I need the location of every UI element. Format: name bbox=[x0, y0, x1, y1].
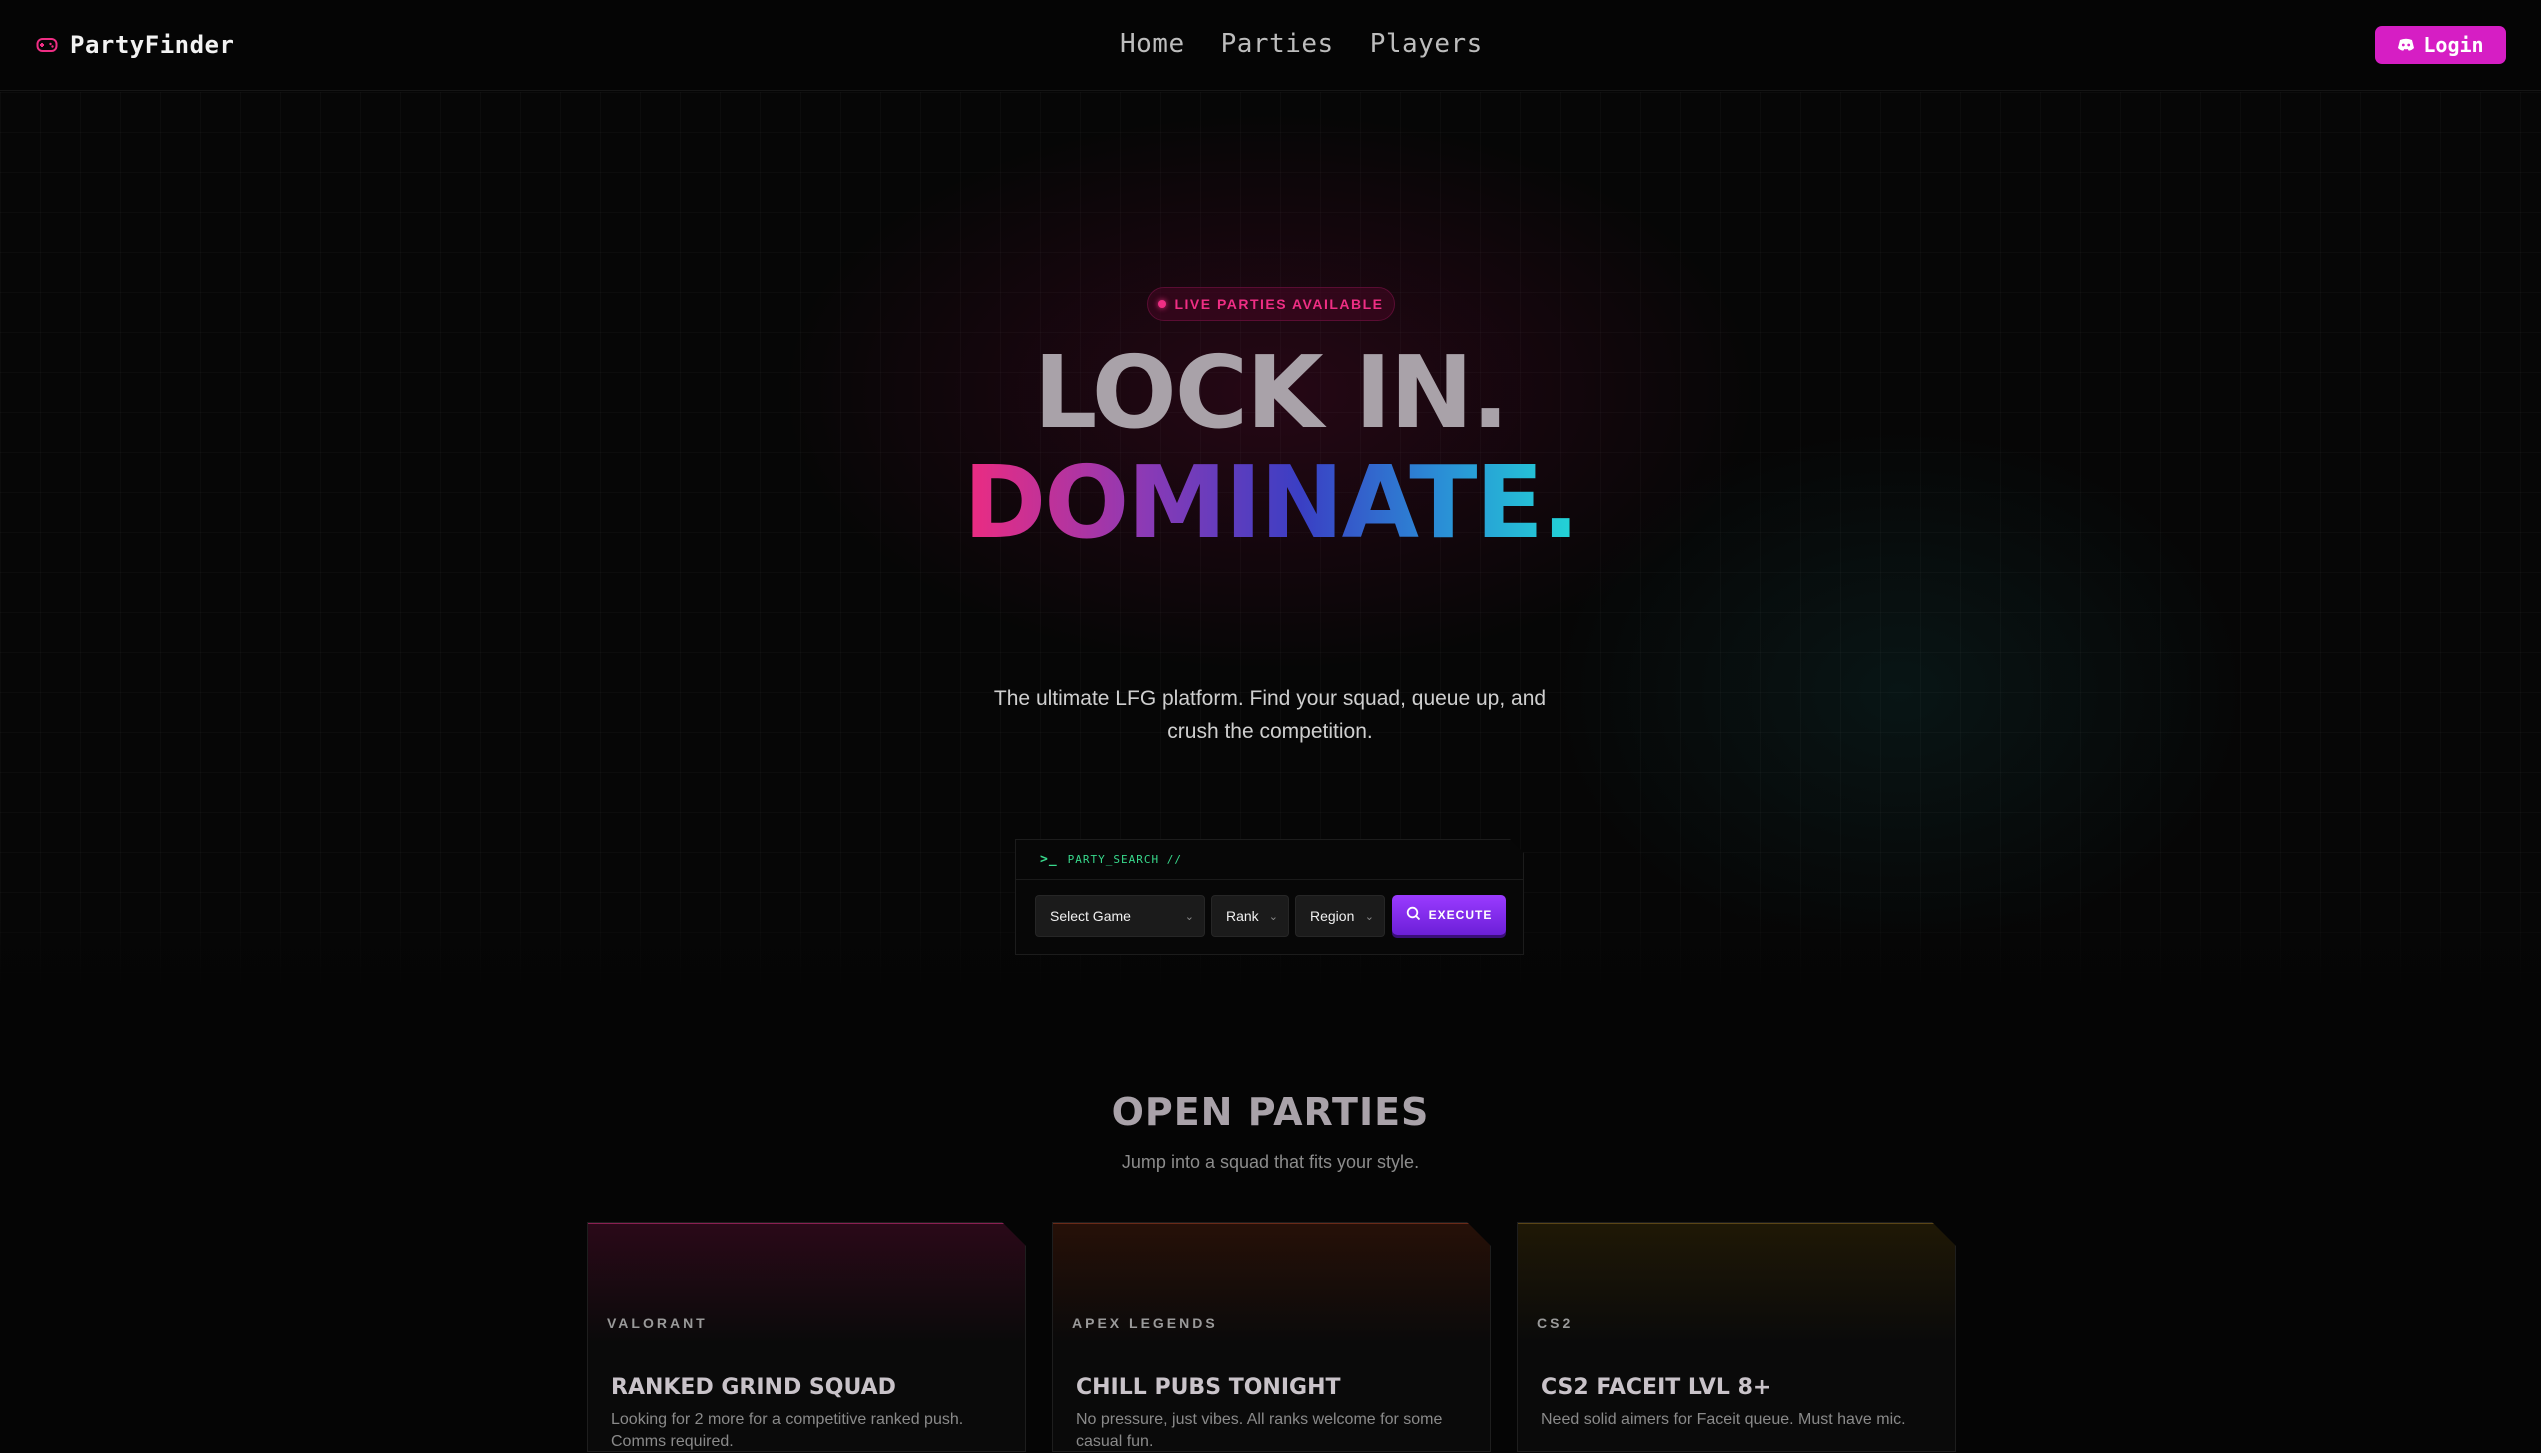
card-game-label: VALORANT bbox=[607, 1315, 708, 1331]
discord-icon bbox=[2397, 33, 2415, 57]
party-search-panel: >_ PARTY_SEARCH // Select Game ⌄ Rank ⌄ … bbox=[1015, 839, 1524, 955]
open-parties-subtitle: Jump into a squad that fits your style. bbox=[1121, 1152, 1420, 1172]
card-title: RANKED GRIND SQUAD bbox=[611, 1375, 896, 1400]
hero-subtitle: The ultimate LFG platform. Find your squ… bbox=[993, 687, 1547, 743]
card-description: Need solid aimers for Faceit queue. Must… bbox=[1541, 1411, 1906, 1428]
search-icon bbox=[1406, 906, 1421, 924]
game-select-value: Select Game bbox=[1050, 908, 1131, 924]
card-banner bbox=[1518, 1223, 1955, 1343]
brand-logo[interactable]: PartyFinder bbox=[36, 28, 234, 62]
game-select[interactable]: Select Game ⌄ bbox=[1035, 895, 1205, 937]
card-description: No pressure, just vibes. All ranks welco… bbox=[1076, 1411, 1443, 1450]
headline-gradient-text: DOMINATE. bbox=[963, 444, 1580, 561]
card-title: CS2 FACEIT LVL 8+ bbox=[1541, 1375, 1772, 1400]
live-dot-icon bbox=[1158, 300, 1167, 308]
chevron-down-icon: ⌄ bbox=[1184, 910, 1194, 923]
card-title: CHILL PUBS TONIGHT bbox=[1076, 1375, 1341, 1400]
headline-line1: LOCK IN. bbox=[1033, 334, 1510, 451]
chevron-down-icon: ⌄ bbox=[1268, 910, 1278, 923]
execute-label: EXECUTE bbox=[1428, 908, 1493, 922]
chevron-down-icon: ⌄ bbox=[1364, 910, 1374, 923]
region-select[interactable]: Region ⌄ bbox=[1295, 895, 1385, 937]
search-panel-header: >_ PARTY_SEARCH // bbox=[1016, 840, 1523, 880]
nav-link-parties[interactable]: Parties bbox=[1221, 29, 1334, 59]
live-parties-badge: LIVE PARTIES AVAILABLE bbox=[1147, 287, 1395, 321]
card-game-label: APEX LEGENDS bbox=[1072, 1315, 1218, 1331]
party-card-valorant[interactable]: VALORANT RANKED GRIND SQUAD Looking for … bbox=[587, 1222, 1026, 1452]
badge-label: LIVE PARTIES AVAILABLE bbox=[1174, 296, 1384, 312]
terminal-prompt-icon: >_ bbox=[1040, 852, 1058, 867]
party-card-cs2[interactable]: CS2 CS2 FACEIT LVL 8+ Need solid aimers … bbox=[1517, 1222, 1956, 1452]
hero-section: LIVE PARTIES AVAILABLE LOCK IN. DOMINATE… bbox=[0, 92, 2541, 987]
region-select-value: Region bbox=[1310, 908, 1355, 924]
top-nav: PartyFinder Home Parties Players Login bbox=[0, 0, 2541, 91]
nav-link-players[interactable]: Players bbox=[1370, 29, 1483, 59]
rank-select-value: Rank bbox=[1226, 908, 1259, 924]
card-game-label: CS2 bbox=[1537, 1315, 1574, 1331]
execute-button[interactable]: EXECUTE bbox=[1392, 895, 1506, 935]
login-label: Login bbox=[2423, 33, 2484, 57]
headline-line2: DOMINATE. bbox=[0, 447, 2541, 559]
nav-link-home[interactable]: Home bbox=[1120, 29, 1185, 59]
login-button[interactable]: Login bbox=[2375, 26, 2506, 64]
brand-name: PartyFinder bbox=[70, 31, 235, 59]
gamepad-icon bbox=[36, 36, 58, 54]
card-description: Looking for 2 more for a competitive ran… bbox=[611, 1411, 964, 1450]
nav-links: Home Parties Players bbox=[1120, 24, 1483, 64]
open-parties-title: OPEN PARTIES bbox=[1111, 1090, 1430, 1134]
party-card-apex[interactable]: APEX LEGENDS CHILL PUBS TONIGHT No press… bbox=[1052, 1222, 1491, 1452]
search-panel-label: PARTY_SEARCH // bbox=[1067, 853, 1182, 866]
rank-select[interactable]: Rank ⌄ bbox=[1211, 895, 1289, 937]
